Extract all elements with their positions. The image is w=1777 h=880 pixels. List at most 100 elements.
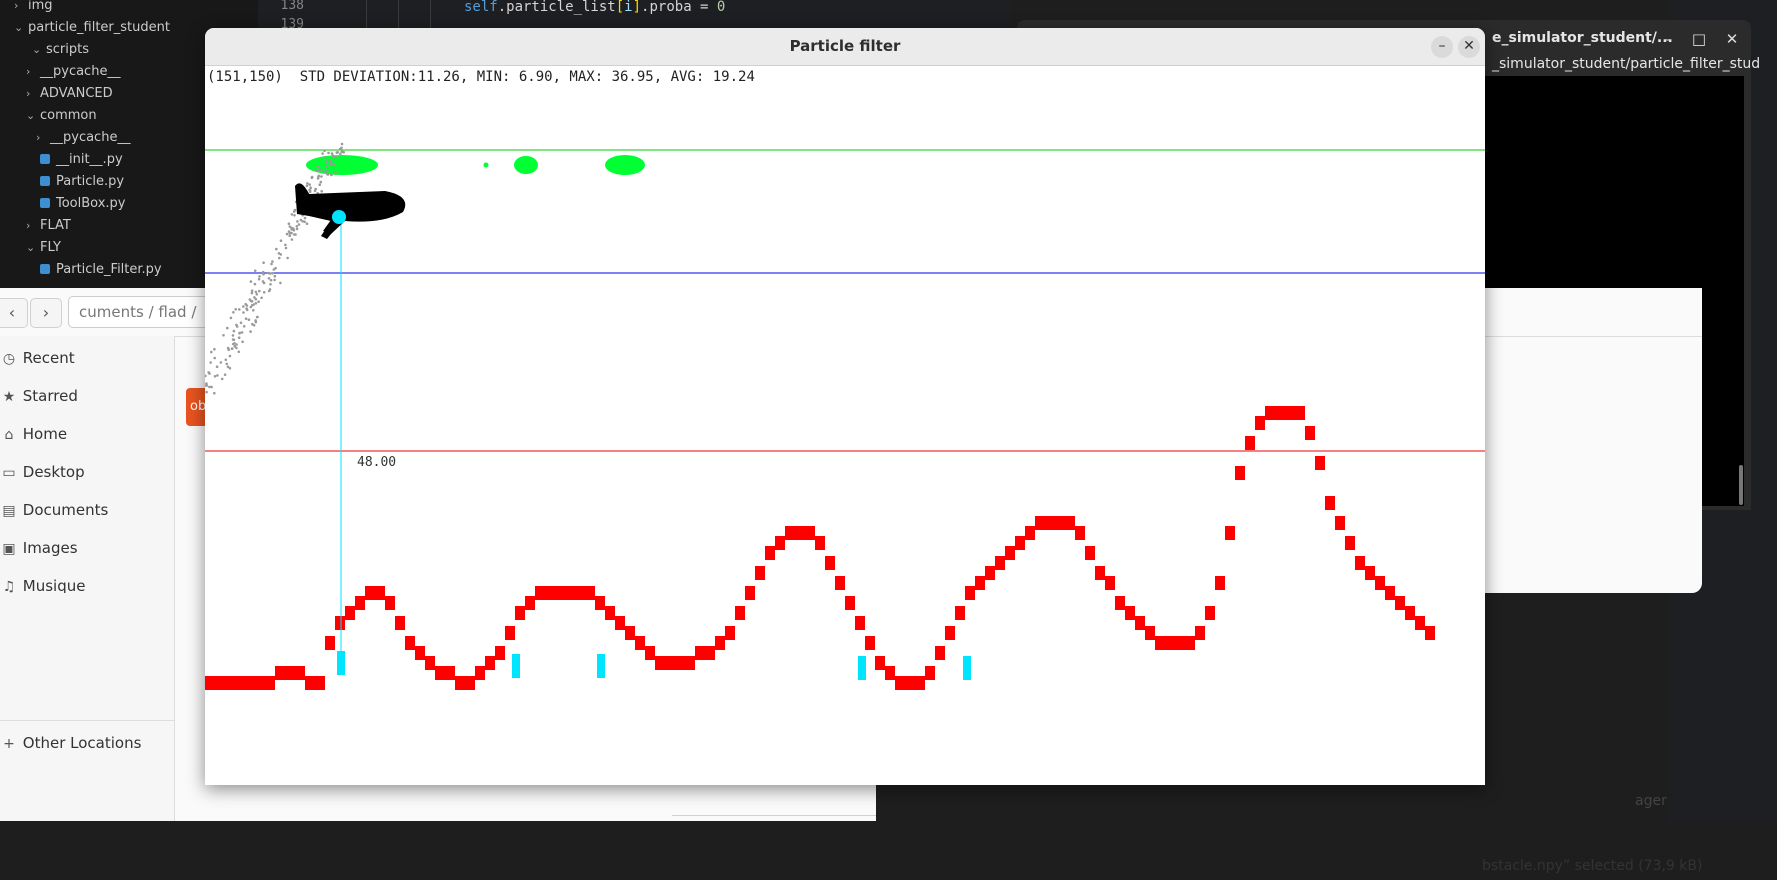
tree-item[interactable]: Particle.py [40,171,124,193]
terrain-block [1295,414,1305,420]
sidebar-item-desktop[interactable]: ▭ Desktop [0,457,84,487]
tree-item[interactable]: › FLAT [26,215,71,237]
particle [232,338,236,342]
particle [323,155,327,159]
terrain-block [1375,584,1385,590]
tree-item-label: FLY [40,240,61,255]
tree-item[interactable]: ⌄ particle_filter_student [14,17,170,39]
terrain-block [1005,554,1015,560]
tree-item[interactable]: › ADVANCED [26,83,113,105]
terrain-block [1035,524,1045,530]
terrain-block [1115,604,1125,610]
particle [237,336,241,340]
sidebar-divider [0,720,174,721]
terrain-block [1325,504,1335,510]
terrain-block [1225,534,1235,540]
maximize-button[interactable]: □ [1690,30,1708,48]
close-button[interactable]: ✕ [1458,36,1480,58]
back-button[interactable]: ‹ [0,298,28,328]
forward-button[interactable]: › [30,298,62,328]
particle [303,216,307,220]
particle [252,309,255,312]
chevron-down-icon: ⌄ [14,21,24,34]
minimize-button[interactable]: – [1431,36,1453,58]
particle [238,308,241,311]
terrain-block [745,594,755,600]
particle [292,210,296,213]
tree-item[interactable]: › __pycache__ [26,61,120,83]
stats-readout: (151,150) STD DEVIATION:11.26, MIN: 6.90… [207,69,755,85]
particle [250,304,254,307]
close-button[interactable]: ✕ [1723,30,1741,48]
terrain-block [375,594,385,600]
terrain-block [1015,544,1025,550]
terrain-block [325,644,335,650]
terrain-block [1245,444,1255,450]
terrain-block [645,654,655,660]
sidebar-item-other-locations[interactable]: + Other Locations [0,728,141,758]
chevron-right-icon: › [26,87,31,100]
particle [269,278,273,282]
tree-item[interactable]: ⌄ FLY [26,237,61,259]
particle [253,269,257,273]
terrain-block [1255,424,1265,430]
particle [320,175,323,178]
tree-item[interactable]: ⌄ scripts [32,39,89,61]
tree-item[interactable]: ToolBox.py [40,193,126,215]
sidebar-item-documents[interactable]: ▤ Documents [0,495,108,525]
simulation-plot [205,142,1485,690]
terrain-block [1365,574,1375,580]
terrain-block [285,674,295,680]
tree-item[interactable]: › __pycache__ [36,127,130,149]
particle [290,228,293,231]
terrain-block [595,604,605,610]
home-icon: ⌂ [4,427,14,443]
particle [340,146,343,150]
tree-item[interactable]: Particle_Filter.py [40,259,162,281]
particle [226,326,229,330]
simulation-canvas[interactable]: (151,150) STD DEVIATION:11.26, MIN: 6.90… [205,66,1485,785]
particle [308,188,311,192]
particle [286,256,289,260]
terrain-block [585,594,595,600]
particle [274,266,277,270]
minimize-button[interactable]: – [1659,30,1677,48]
star-icon: ★ [2,389,16,405]
terrain-block [475,674,485,680]
terrain-block [295,674,305,680]
particle [242,325,246,328]
particle [290,213,294,216]
terrain-block [925,674,935,680]
terrain-block [625,634,635,640]
python-file-icon [40,197,50,208]
sidebar-item-images[interactable]: ▣ Images [0,533,77,563]
particle [250,291,254,295]
particle [271,272,274,275]
terrain-block [275,674,285,680]
sidebar-item-starred[interactable]: ★ Starred [0,381,78,411]
terrain-block [1315,464,1325,470]
tree-item-label: img [28,0,53,13]
terminal-scrollbar[interactable] [1739,465,1743,505]
sidebar-item-home[interactable]: ⌂ Home [0,419,68,449]
sidebar-item-label: Recent [18,349,75,367]
terrain-block [1175,644,1185,650]
particle [306,182,309,185]
particle [258,275,261,278]
particle [223,373,227,377]
python-file-icon [40,263,50,274]
particle [288,234,291,237]
particle [336,151,340,154]
particle [313,189,317,193]
terrain-block [505,634,515,640]
tree-item[interactable]: __init__.py [40,149,123,171]
terrain-block [615,624,625,630]
particle [293,233,296,236]
terrain-block [1125,614,1135,620]
tree-item[interactable]: › img [14,0,53,17]
title-bar[interactable]: Particle filter – ✕ [205,28,1485,66]
python-file-icon [40,175,50,186]
sidebar-item-recent[interactable]: ◷ Recent [0,343,75,373]
particle [261,280,265,283]
tree-item[interactable]: ⌄ common [26,105,97,127]
